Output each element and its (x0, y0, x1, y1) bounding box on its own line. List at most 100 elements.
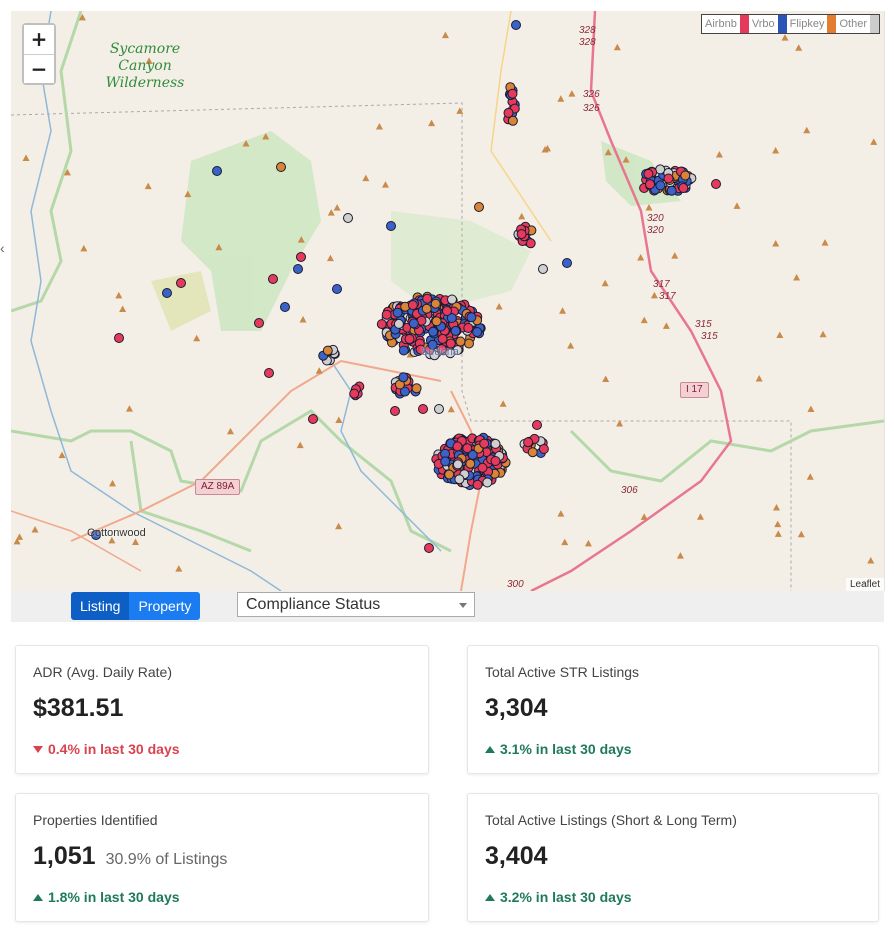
listing-marker[interactable] (678, 183, 689, 193)
listing-marker[interactable] (711, 179, 721, 189)
listing-marker[interactable] (516, 229, 527, 240)
listing-marker[interactable] (430, 298, 441, 309)
listing-marker[interactable] (349, 388, 360, 399)
mile-marker-label: 320 (647, 225, 664, 236)
listing-marker[interactable] (538, 444, 549, 454)
listing-marker[interactable] (386, 221, 396, 231)
listing-marker[interactable] (296, 252, 306, 262)
legend-swatch-vrbo (777, 15, 787, 33)
listing-marker[interactable] (465, 458, 476, 469)
listing-marker[interactable] (393, 318, 404, 329)
listing-marker[interactable] (507, 88, 518, 99)
listing-marker[interactable] (454, 474, 465, 485)
listing-marker[interactable] (322, 345, 333, 356)
listing-marker[interactable] (474, 202, 484, 212)
map-legend: Airbnb Vrbo Flipkey Other (701, 14, 880, 34)
peak-icon (821, 239, 829, 246)
peak-icon (774, 530, 782, 537)
peak-icon (447, 405, 455, 413)
listing-marker[interactable] (503, 107, 514, 118)
listing-toggle-button[interactable]: Listing (71, 592, 130, 620)
listing-marker[interactable] (527, 447, 538, 458)
listing-marker[interactable] (418, 404, 428, 414)
listing-marker[interactable] (162, 288, 172, 298)
listing-marker[interactable] (490, 438, 501, 449)
listing-marker[interactable] (466, 312, 477, 323)
compliance-status-select[interactable]: Compliance Status (237, 592, 475, 617)
listing-marker[interactable] (444, 469, 455, 480)
listing-marker[interactable] (407, 300, 418, 311)
listing-marker[interactable] (680, 170, 691, 181)
collapse-arrow-icon[interactable]: ‹ (0, 240, 5, 256)
listing-marker[interactable] (176, 278, 186, 288)
zoom-out-button[interactable]: − (24, 54, 54, 83)
listing-marker[interactable] (408, 318, 419, 329)
listing-marker[interactable] (463, 323, 474, 333)
listing-marker[interactable] (655, 180, 666, 191)
listing-marker[interactable] (422, 293, 433, 304)
listing-marker[interactable] (424, 543, 434, 553)
listing-marker[interactable] (462, 443, 473, 454)
listing-marker[interactable] (482, 477, 493, 488)
listing-marker[interactable] (332, 284, 342, 294)
map-canvas[interactable]: 328328 326 326 320320 317317 315315 306 300 (11, 11, 884, 591)
listing-marker[interactable] (398, 345, 409, 356)
peak-icon (80, 244, 88, 252)
listing-marker[interactable] (538, 264, 548, 274)
listing-marker[interactable] (645, 179, 655, 190)
listing-marker[interactable] (440, 456, 451, 467)
listing-marker[interactable] (477, 462, 488, 473)
listing-marker[interactable] (472, 479, 483, 490)
listing-marker[interactable] (276, 162, 286, 172)
listing-marker[interactable] (523, 437, 534, 448)
listing-marker[interactable] (643, 168, 654, 179)
listing-marker[interactable] (268, 274, 278, 284)
property-toggle-button[interactable]: Property (129, 592, 201, 620)
listing-marker[interactable] (293, 264, 303, 274)
listing-marker[interactable] (431, 316, 442, 327)
listing-marker[interactable] (452, 459, 463, 470)
listing-marker[interactable] (437, 333, 448, 344)
listing-marker[interactable] (398, 372, 409, 383)
listing-marker[interactable] (562, 258, 572, 268)
listing-marker[interactable] (447, 294, 457, 305)
listing-marker[interactable] (254, 318, 264, 328)
peak-icon (671, 252, 679, 259)
listing-marker[interactable] (666, 185, 677, 196)
mile-marker-label: 317 (659, 291, 676, 302)
peak-icon (602, 375, 610, 382)
listing-marker[interactable] (390, 406, 400, 416)
listing-marker[interactable] (421, 303, 432, 314)
listing-marker[interactable] (663, 173, 674, 184)
map[interactable]: 328 328 326 326 320 320 317 317 315 315 306 300 Syc… (11, 11, 885, 591)
listing-marker[interactable] (525, 238, 536, 249)
listing-marker[interactable] (376, 319, 387, 330)
listing-marker[interactable] (450, 325, 461, 336)
listing-marker[interactable] (511, 20, 521, 30)
listing-marker[interactable] (442, 306, 452, 316)
town-label-cottonwood: Cottonwood (87, 527, 146, 539)
listing-marker[interactable] (464, 338, 474, 349)
listing-marker[interactable] (452, 441, 463, 452)
listing-marker[interactable] (479, 438, 490, 449)
listing-marker[interactable] (455, 336, 466, 347)
listing-marker[interactable] (532, 420, 542, 430)
listing-marker[interactable] (280, 302, 290, 312)
zoom-in-button[interactable]: + (24, 25, 54, 54)
listing-marker[interactable] (381, 309, 392, 320)
mile-marker-label: 320 (647, 213, 664, 224)
listing-marker[interactable] (212, 166, 222, 176)
listing-marker[interactable] (472, 327, 483, 337)
listing-marker[interactable] (404, 334, 415, 344)
map-attribution[interactable]: Leaflet (845, 578, 884, 591)
listing-marker[interactable] (343, 213, 353, 223)
listing-marker[interactable] (490, 456, 501, 466)
listing-marker[interactable] (434, 404, 444, 414)
peak-icon (518, 212, 526, 220)
listing-marker[interactable] (308, 414, 318, 424)
listing-marker[interactable] (264, 368, 274, 378)
listing-marker[interactable] (411, 383, 422, 394)
listing-marker[interactable] (428, 326, 439, 337)
listing-marker[interactable] (392, 307, 403, 318)
listing-marker[interactable] (114, 333, 124, 343)
